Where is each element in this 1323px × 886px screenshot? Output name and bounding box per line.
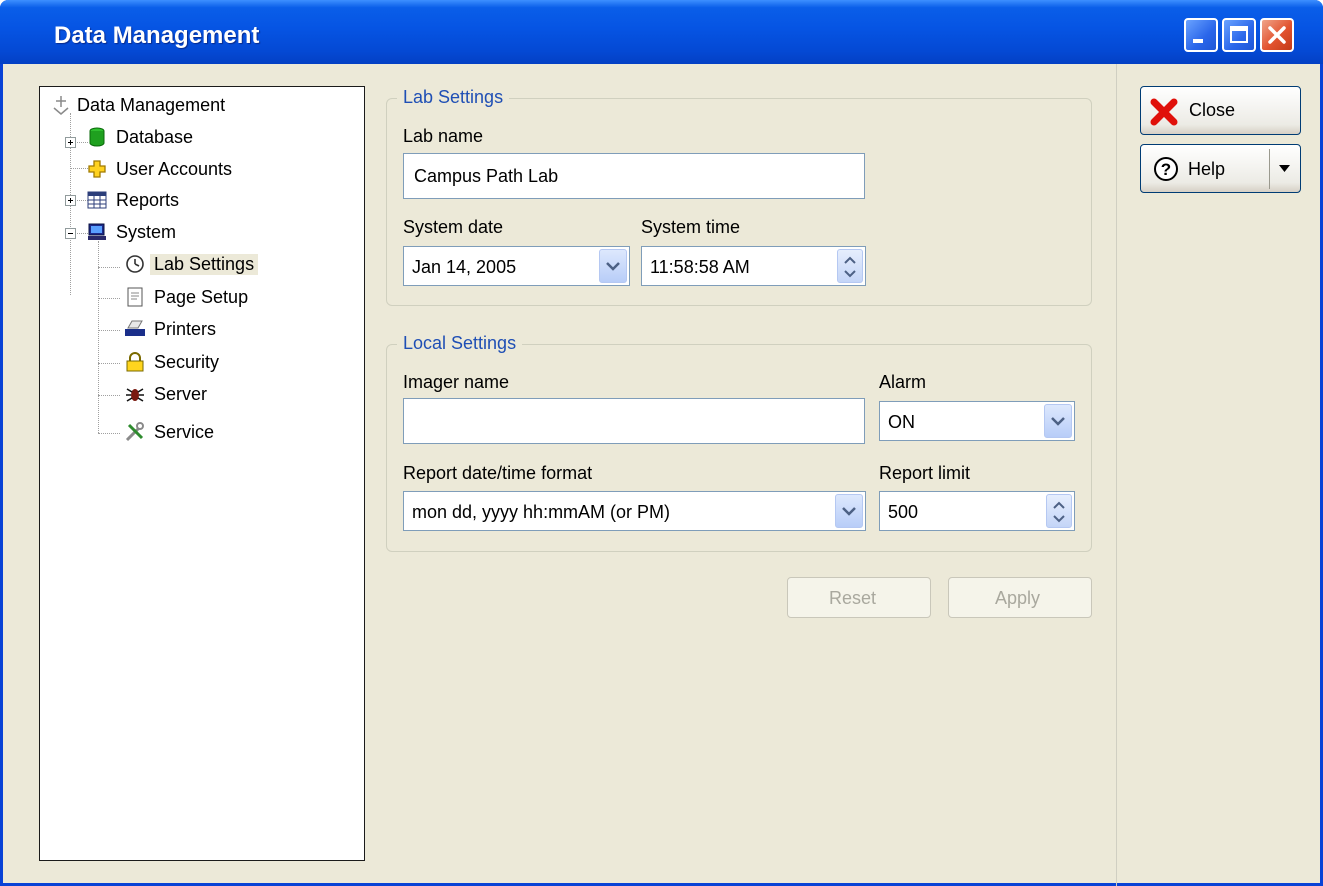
imager-name-label: Imager name [403,372,510,392]
lab-name-label: Lab name [403,126,484,146]
close-window-button[interactable] [1260,18,1294,52]
date-dropdown-button[interactable] [599,249,627,283]
lab-settings-title: Lab Settings [397,87,510,108]
tree-label-printers: Printers [154,319,217,339]
system-time-spinner[interactable]: 11:58:58 AM [641,246,866,286]
page-icon [127,287,143,307]
help-label: Help [1188,159,1226,179]
help-icon: ? [1154,157,1178,181]
chevron-down-icon [1051,417,1065,426]
local-settings-title: Local Settings [397,333,523,354]
title-bar[interactable]: Data Management [0,0,1323,64]
navigation-tree[interactable]: Data Management Database User Accounts R… [39,86,365,861]
system-time-value: 11:58:58 AM [650,257,750,277]
reset-label: Reset [829,588,877,608]
printer-icon [125,320,145,336]
time-spin-buttons[interactable] [837,249,863,283]
close-icon [1268,26,1286,44]
svg-text:?: ? [1161,160,1171,179]
tree-label-server: Server [154,384,208,404]
reports-icon [87,191,107,209]
close-label: Close [1189,100,1236,120]
alarm-value: ON [888,412,915,432]
user-accounts-icon [88,160,106,178]
report-format-value: mon dd, yyyy hh:mmAM (or PM) [412,502,671,522]
lock-icon [126,352,144,372]
imager-name-field[interactable] [403,398,865,444]
bug-icon [126,388,144,402]
side-divider [1116,64,1117,886]
tree-label-database: Database [116,127,194,147]
report-format-label: Report date/time format [403,463,593,483]
database-icon [89,127,105,147]
lab-name-field[interactable]: Campus Path Lab [403,153,865,199]
tree-label-reports: Reports [116,190,180,210]
expand-database-toggle[interactable] [65,137,76,148]
tree-label-security: Security [154,352,220,372]
system-date-value: Jan 14, 2005 [412,257,517,277]
report-limit-spinner[interactable]: 500 [879,491,1075,531]
alarm-dropdown-button[interactable] [1044,404,1072,438]
tree-label-page-setup: Page Setup [154,287,249,307]
report-limit-value: 500 [888,502,919,522]
maximize-button[interactable] [1222,18,1256,52]
spin-arrows-icon [844,256,856,278]
spin-arrows-icon [1053,501,1065,523]
apply-label: Apply [995,588,1041,608]
tree-label-service: Service [154,422,215,442]
reset-button[interactable]: Reset [787,577,931,618]
report-limit-label: Report limit [879,463,971,483]
system-date-dropdown[interactable]: Jan 14, 2005 [403,246,630,286]
alarm-dropdown[interactable]: ON [879,401,1075,441]
maximize-icon [1230,26,1248,43]
tree-label-data-management: Data Management [77,95,226,115]
computer-icon [88,223,106,240]
data-management-icon [53,96,69,115]
system-time-label: System time [641,217,741,237]
report-format-dropdown-button[interactable] [835,494,863,528]
minimize-icon [1193,39,1203,43]
expand-reports-toggle[interactable] [65,195,76,206]
chevron-down-icon [606,262,620,271]
tree-label-lab-settings: Lab Settings [150,254,259,275]
tree-label-user-accounts: User Accounts [116,159,233,179]
tree-label-system: System [116,222,177,242]
minimize-button[interactable] [1184,18,1218,52]
chevron-down-icon[interactable] [1274,159,1296,179]
report-format-dropdown[interactable]: mon dd, yyyy hh:mmAM (or PM) [403,491,866,531]
data-management-window: Data Management Data Management Database… [0,0,1323,886]
collapse-system-toggle[interactable] [65,228,76,239]
close-button[interactable]: Close [1140,86,1301,135]
clock-icon [126,255,144,273]
apply-button[interactable]: Apply [948,577,1092,618]
help-button[interactable]: ? Help [1140,144,1301,193]
window-title: Data Management [54,22,260,49]
system-date-label: System date [403,217,504,237]
alarm-label: Alarm [879,372,927,392]
red-x-icon [1150,98,1178,126]
tools-icon [125,422,144,442]
chevron-down-icon [842,507,856,516]
report-limit-spin-buttons[interactable] [1046,494,1072,528]
